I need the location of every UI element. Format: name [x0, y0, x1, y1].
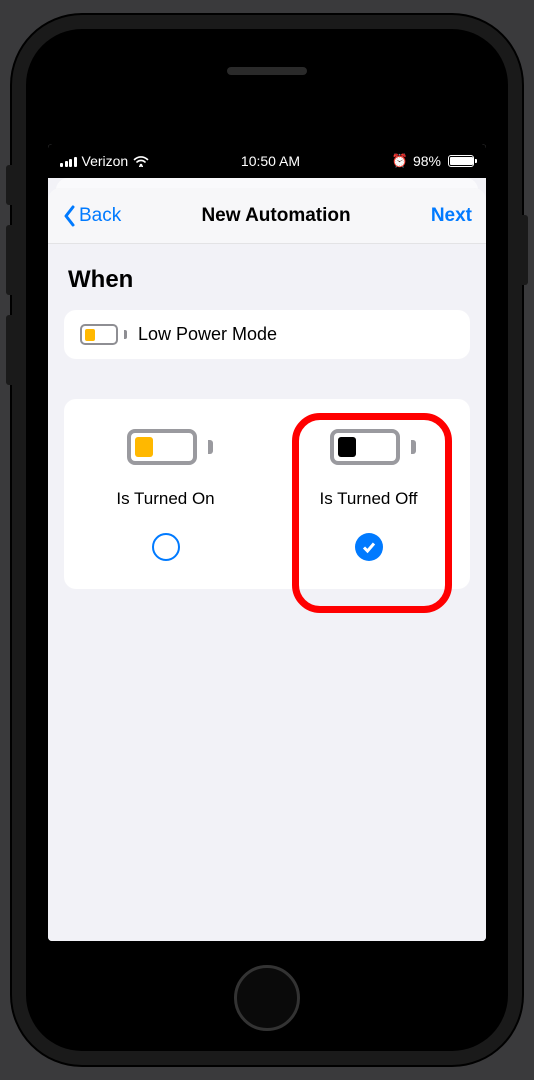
earpiece-speaker [227, 67, 307, 75]
phone-device-frame: Verizon 10:50 AM ⏰ 98% [12, 15, 522, 1065]
trigger-label: Low Power Mode [138, 324, 277, 345]
screen: Verizon 10:50 AM ⏰ 98% [48, 144, 486, 941]
mute-switch [6, 165, 12, 205]
option-on-label: Is Turned On [116, 489, 214, 509]
option-off-label: Is Turned Off [320, 489, 418, 509]
battery-off-icon [330, 429, 408, 465]
status-left: Verizon [60, 153, 149, 169]
low-power-mode-icon [80, 324, 122, 345]
back-label: Back [79, 205, 121, 227]
section-heading: When [64, 266, 470, 294]
alarm-icon: ⏰ [392, 153, 408, 169]
side-buttons-right [522, 215, 528, 285]
content-area: When Low Power Mode [48, 244, 486, 611]
next-button[interactable]: Next [431, 205, 472, 227]
battery-percent: 98% [413, 153, 441, 169]
page-title: New Automation [201, 205, 350, 227]
trigger-card: Low Power Mode [64, 310, 470, 359]
modal-sheet: Back New Automation Next When [48, 188, 486, 941]
battery-status-icon [448, 155, 474, 167]
volume-down [6, 315, 12, 385]
options-card: Is Turned On Is Turned Off [64, 399, 470, 589]
power-button [522, 215, 528, 285]
carrier-label: Verizon [82, 153, 129, 169]
status-right: ⏰ 98% [392, 153, 474, 169]
radio-unchecked-icon [152, 533, 180, 561]
status-time: 10:50 AM [241, 153, 300, 169]
option-turned-off[interactable]: Is Turned Off [267, 429, 470, 561]
radio-checked-icon [355, 533, 383, 561]
trigger-row: Low Power Mode [80, 324, 454, 345]
wifi-icon [133, 155, 149, 167]
back-button[interactable]: Back [62, 205, 121, 227]
side-buttons-left [6, 165, 12, 405]
status-bar: Verizon 10:50 AM ⏰ 98% [48, 144, 486, 178]
home-button[interactable] [234, 965, 300, 1031]
phone-bezel: Verizon 10:50 AM ⏰ 98% [26, 29, 508, 1051]
option-turned-on[interactable]: Is Turned On [64, 429, 267, 561]
cellular-signal-icon [60, 155, 77, 167]
volume-up [6, 225, 12, 295]
navigation-bar: Back New Automation Next [48, 188, 486, 244]
chevron-left-icon [62, 205, 76, 227]
battery-on-icon [127, 429, 205, 465]
